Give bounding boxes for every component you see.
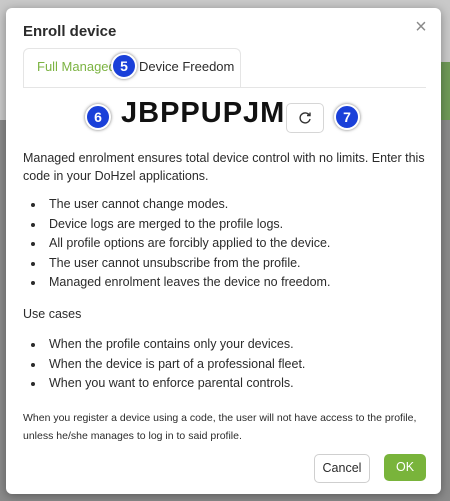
list-item: All profile options are forcibly applied…: [45, 234, 435, 254]
list-item: The user cannot change modes.: [45, 195, 435, 215]
use-case-list: When the profile contains only your devi…: [23, 335, 435, 394]
ok-button[interactable]: OK: [384, 454, 426, 481]
enrollment-code: JBPPUPJM: [121, 97, 286, 129]
annotation-badge-5: 5: [111, 53, 137, 79]
list-item: When the device is part of a professiona…: [45, 355, 435, 375]
cancel-button[interactable]: Cancel: [314, 454, 370, 483]
intro-text: Managed enrolment ensures total device c…: [23, 151, 425, 183]
refresh-icon: [299, 112, 311, 124]
feature-list: The user cannot change modes. Device log…: [23, 195, 435, 293]
list-item: When you want to enforce parental contro…: [45, 374, 435, 394]
registration-note: When you register a device using a code,…: [23, 412, 417, 442]
tabs-divider: [23, 87, 426, 88]
list-item: Device logs are merged to the profile lo…: [45, 215, 435, 235]
refresh-code-button[interactable]: [286, 103, 324, 133]
use-cases-heading: Use cases: [23, 307, 82, 321]
dialog-title: Enroll device: [23, 23, 117, 40]
annotation-badge-7: 7: [334, 104, 360, 130]
list-item: Managed enrolment leaves the device no f…: [45, 273, 435, 293]
list-item: The user cannot unsubscribe from the pro…: [45, 254, 435, 274]
enroll-device-dialog: Enroll device × Full Managed Device Free…: [6, 8, 441, 494]
list-item: When the profile contains only your devi…: [45, 335, 435, 355]
tab-full-managed-label[interactable]: Full Managed: [37, 59, 116, 74]
tab-device-freedom[interactable]: Device Freedom: [139, 59, 234, 74]
annotation-badge-6: 6: [85, 104, 111, 130]
close-icon[interactable]: ×: [410, 16, 432, 38]
